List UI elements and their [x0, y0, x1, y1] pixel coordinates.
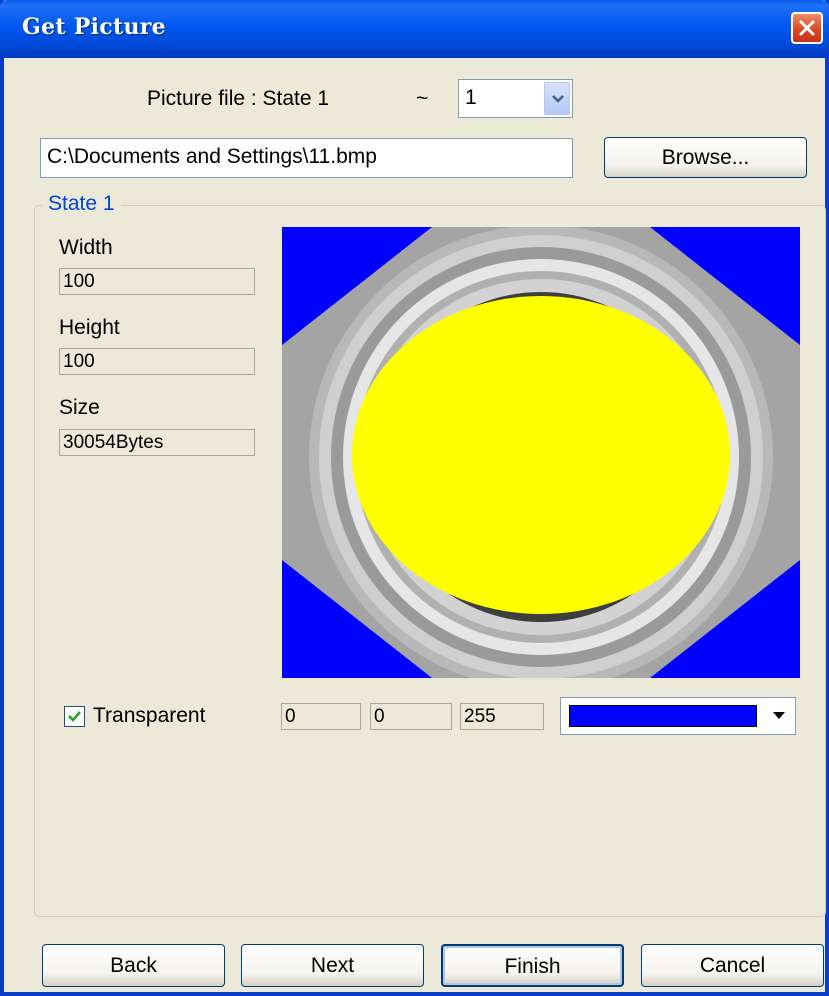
- transparent-checkbox[interactable]: [64, 706, 85, 727]
- state-select-dropdown-button[interactable]: [544, 82, 570, 115]
- width-value: 100: [59, 268, 255, 295]
- height-label: Height: [59, 316, 120, 339]
- back-button[interactable]: Back: [42, 944, 225, 987]
- color-dropdown-button[interactable]: [765, 701, 793, 731]
- get-picture-dialog: Get Picture Picture file : State 1 ~ 1 C…: [0, 0, 829, 996]
- size-label: Size: [59, 396, 100, 419]
- transparent-color-picker[interactable]: [560, 697, 796, 735]
- transparent-label[interactable]: Transparent: [93, 704, 205, 728]
- range-tilde: ~: [416, 87, 429, 110]
- close-button[interactable]: [791, 12, 823, 44]
- file-path-input[interactable]: C:\Documents and Settings\11.bmp: [40, 138, 573, 178]
- green-value: 0: [370, 703, 452, 730]
- picture-preview: [282, 227, 800, 678]
- close-icon: [799, 20, 815, 36]
- state-select[interactable]: 1: [458, 79, 573, 118]
- cancel-button[interactable]: Cancel: [641, 944, 824, 987]
- check-icon: [68, 711, 81, 722]
- title-bar[interactable]: Get Picture: [0, 0, 829, 58]
- dropdown-arrow-icon: [773, 712, 785, 719]
- picture-file-label: Picture file : State 1: [147, 87, 330, 110]
- blue-value: 255: [460, 703, 544, 730]
- browse-button[interactable]: Browse...: [604, 137, 807, 178]
- red-value: 0: [281, 703, 361, 730]
- next-button[interactable]: Next: [241, 944, 424, 987]
- window-title: Get Picture: [22, 14, 166, 40]
- group-title: State 1: [42, 192, 121, 216]
- color-swatch: [569, 705, 757, 727]
- finish-button[interactable]: Finish: [441, 944, 624, 987]
- height-value: 100: [59, 348, 255, 375]
- size-value: 30054Bytes: [59, 429, 255, 456]
- width-label: Width: [59, 236, 113, 259]
- chevron-down-icon: [552, 95, 564, 103]
- state-select-value: 1: [465, 86, 477, 109]
